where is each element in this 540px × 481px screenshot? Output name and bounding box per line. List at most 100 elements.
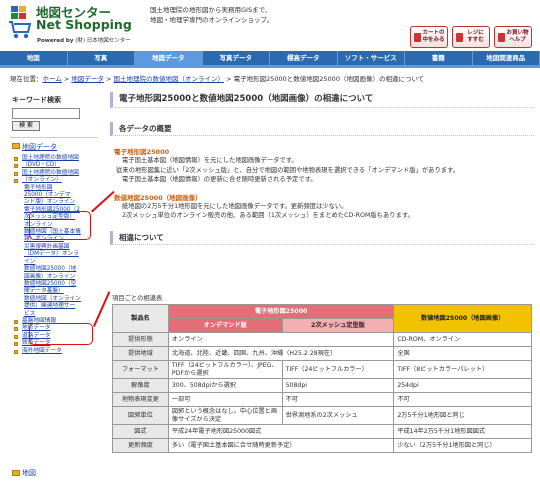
table-row: 図郭単位 図郭という概念はなし。中心位置と画像サイズから決定 世界測地系の2次メッシ… <box>112 406 532 425</box>
table-caption: 項目ごとの相違表 <box>112 295 163 302</box>
sidebar-link[interactable]: （DVD・CD） <box>10 162 98 169</box>
site-header: 地図センター Net Shopping Powered by (財) 日本地図セ… <box>0 0 540 50</box>
nav-photo[interactable]: 写真 <box>68 51 135 65</box>
cell-suuchi: 不可 <box>393 392 532 407</box>
shopping-help-button[interactable]: お買い物 ヘルプ <box>494 26 532 48</box>
sidebar-link[interactable]: 図画像）オンライン <box>10 274 98 281</box>
breadcrumb-map-data[interactable]: 地図データ <box>71 75 104 83</box>
sidebar-link[interactable]: 提供）関連地理サー <box>10 303 98 310</box>
breadcrumb-prefix: 現在位置： <box>10 75 43 83</box>
cell-ondemand: 一部可 <box>167 392 283 407</box>
sidebar-link[interactable]: 電子地形図 <box>10 185 98 192</box>
header-product-name: 製品名 <box>112 304 169 333</box>
folder-icon <box>12 470 20 476</box>
nav-photo-data[interactable]: 写真データ <box>203 51 270 65</box>
bullet-icon <box>14 327 18 332</box>
cell-suuchi: CD-ROM、オンライン <box>393 332 532 347</box>
nav-map-goods[interactable]: 地図関連商品 <box>473 51 540 65</box>
logo-subtitle[interactable]: Net Shopping <box>36 17 132 32</box>
sidebar-link-label: イン <box>24 258 36 265</box>
sidebar-link[interactable]: （オンライン） <box>10 177 98 184</box>
block-suuchi-line: 2次メッシュ単位のオンライン販売の他、ある範囲（1次メッシュ）をまとめたCD-R… <box>122 212 414 219</box>
cart-logo-icon[interactable] <box>8 4 34 42</box>
view-cart-label2: 中をみる <box>422 37 445 43</box>
row-label: 図郭単位 <box>112 406 169 425</box>
highlight-box-denshi <box>29 211 91 240</box>
powered-by-org: (財) 日本地図センター <box>75 38 131 44</box>
help-label2: ヘルプ <box>509 37 526 43</box>
sidebar-link-label: 電子地形図 <box>24 184 53 191</box>
sidebar-link-label: ビス <box>24 310 36 317</box>
row-label: 提供地域 <box>112 346 169 361</box>
cell-ondemand: 300、508dpiから選択 <box>167 378 283 393</box>
table-row: 提供地域 北海道、北陸、近畿、四国、九州、沖縄（H25.2.28現在） 全国 <box>112 346 532 361</box>
search-button[interactable]: 検 索 <box>12 121 40 131</box>
table-row: 解像度 300、508dpiから選択 508dpi 254dpi <box>112 378 532 393</box>
main-content: 電子地形図25000と数値地図25000（地図画像）の相違について 各データの概… <box>110 92 534 245</box>
table-row: 図式 平成24年電子地形図25000図式 平成14年2万5千分1地形図図式 <box>112 424 532 439</box>
sidebar-link[interactable]: 数値地図25000（地 <box>10 266 98 273</box>
breadcrumb: 現在位置：ホーム > 地図データ > 国土地理院の数値地図（オンライン） > 電… <box>10 75 425 83</box>
cell-ondemand: 図郭という概念はなし。中心位置と画像サイズから決定 <box>167 406 283 425</box>
block-denshi-line: 電子国土基本図（地図情報）を元にした地図画像データです。 <box>122 157 298 164</box>
row-label: 図式 <box>112 424 169 439</box>
help-label1: お買い物 <box>506 30 529 36</box>
sidebar-link-label: 国土地理院の数値地図 <box>22 169 79 176</box>
section-heading-overview: 各データの概要 <box>110 122 534 136</box>
header-suuchi: 数値地図25000（地図画像） <box>393 304 532 333</box>
breadcrumb-home[interactable]: ホーム <box>43 75 62 83</box>
sidebar-link[interactable]: 間データ基盤） <box>10 288 98 295</box>
sidebar-link-label: 数値地図25000（地 <box>24 266 77 273</box>
checkout-button[interactable]: レジに すすむ <box>452 26 490 48</box>
header-denshi: 電子地形図25000 <box>167 304 395 319</box>
sidebar-link-label: （DMデータ）オンラ <box>24 251 79 258</box>
bullet-icon <box>14 164 18 169</box>
sidebar-link-label: （DVD・CD） <box>22 162 60 169</box>
nav-software-service[interactable]: ソフト・サービス <box>338 51 405 65</box>
sidebar-link[interactable]: 海外地図データ <box>10 348 98 355</box>
table-row: フォーマット TIFF（24ビットフルカラー）、JPEG、PDFから選択 TIFF（… <box>112 360 532 379</box>
keyword-search-title: キーワード検索 <box>12 96 61 104</box>
block-denshi-line: 従来の地形図集に近い「2次メッシュ版」と、自分で地図の範囲や地物表現を選択できる… <box>116 166 460 174</box>
cart-icon <box>414 33 421 42</box>
cell-mesh: 不可 <box>281 392 395 407</box>
sidebar-link-label: 国土地理院の数値地図 <box>22 155 79 161</box>
block-denshi-line: 電子国土基本図（地図情報）の更新に合せ随時更新される予定です。 <box>122 176 317 183</box>
keyword-search-input[interactable] <box>12 108 80 119</box>
cell-ondemand: TIFF（24ビットフルカラー）、JPEG、PDFから選択 <box>167 360 283 379</box>
sidebar-link[interactable]: ンド版）オンライン <box>10 199 98 206</box>
nav-underline <box>0 65 540 68</box>
row-label: 更新頻度 <box>112 438 169 453</box>
bullet-icon <box>14 342 18 347</box>
view-cart-button[interactable]: カートの 中をみる <box>410 26 448 48</box>
cell-suuchi: 少ない（2万5千分1地形図と同じ） <box>393 438 532 453</box>
sidebar-link-label: 数値地図25000（空 <box>24 280 77 287</box>
sidebar-section-map[interactable]: 地図 <box>10 468 98 478</box>
powered-by: Powered by (財) 日本地図センター <box>37 36 131 44</box>
sidebar-link-label: 25000（オンデマ <box>24 192 71 199</box>
table-header-row: 製品名 電子地形図25000 数値地図25000（地図画像） <box>112 304 532 333</box>
row-label: 提供形態 <box>112 332 169 347</box>
sidebar-link[interactable]: 数値地図（オンライン <box>10 296 98 303</box>
header-mesh: 2次メッシュ定型版 <box>281 318 395 333</box>
breadcrumb-online[interactable]: 国土地理院の数値地図（オンライン） <box>114 75 225 83</box>
row-label: 地物表現変更 <box>112 392 169 407</box>
cell-denshi: 多い（電子国土基本図に合せ随時更新予定） <box>167 438 395 453</box>
block-suuchi: 数値地図25000（地図画像） 紙地図の2万5千分1地形図を元にした地図画像デー… <box>110 192 534 221</box>
nav-books[interactable]: 書籍 <box>405 51 473 65</box>
nav-map-data[interactable]: 地図データ <box>135 51 203 65</box>
nav-map[interactable]: 地図 <box>0 51 68 65</box>
sidebar-link-label: 図画像）オンライン <box>24 273 76 280</box>
comparison-table-wrap: 項目ごとの相違表 製品名 電子地形図25000 数値地図25000（地図画像） … <box>112 293 532 453</box>
sidebar-link-label: 海外地図データ <box>22 347 62 354</box>
sidebar-section-map-data[interactable]: 地図データ <box>10 142 98 152</box>
sidebar-link[interactable]: イン <box>10 259 98 266</box>
sidebar-divider <box>10 137 98 138</box>
section-heading-differences: 相違について <box>110 230 534 245</box>
nav-elevation-data[interactable]: 標高データ <box>270 51 338 65</box>
page: 地図センター Net Shopping Powered by (財) 日本地図セ… <box>0 0 540 481</box>
cell-mesh: 世界測地系の2次メッシュ <box>281 406 395 425</box>
sidebar-link[interactable]: （DMデータ）オンラ <box>10 251 98 258</box>
sidebar-link[interactable]: ビス <box>10 311 98 318</box>
sidebar-footer-label: 地図 <box>22 469 36 477</box>
